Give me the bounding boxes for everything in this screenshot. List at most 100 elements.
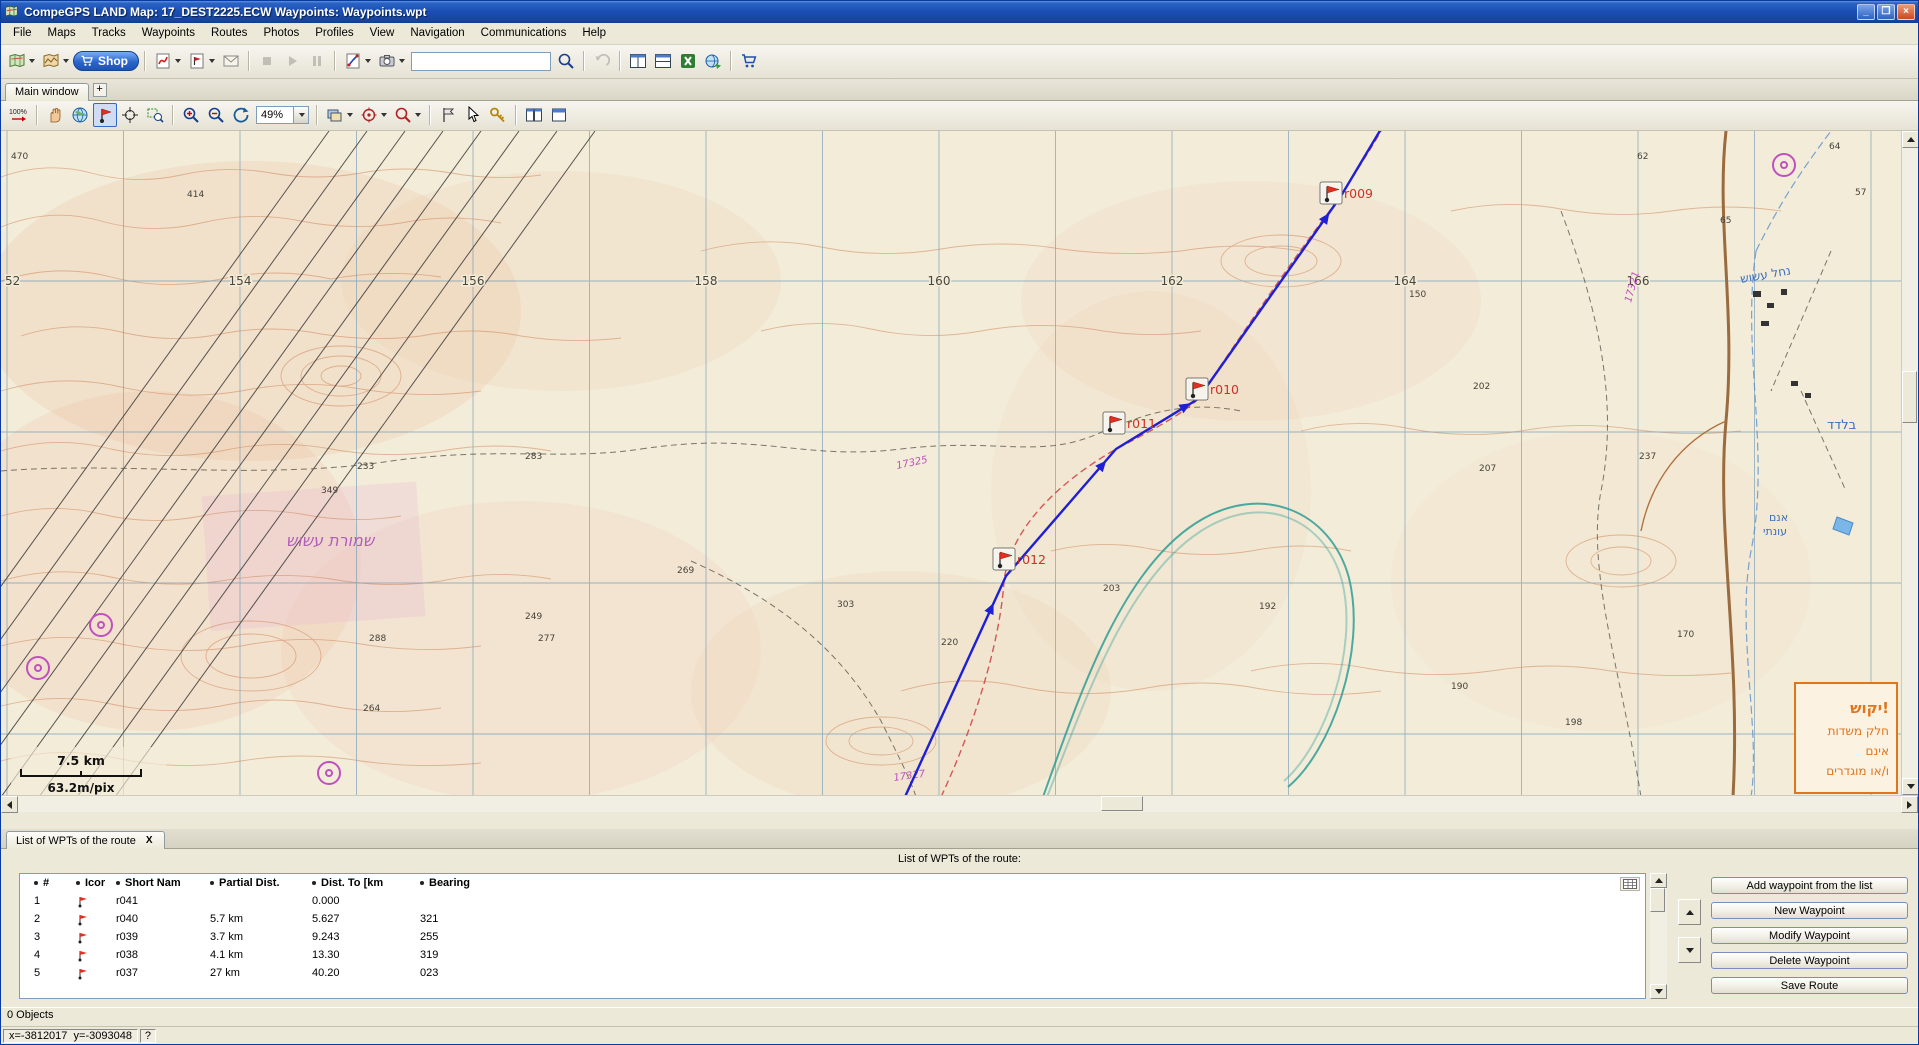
update-maps-button[interactable] (701, 49, 725, 73)
pan-tool-button[interactable] (43, 103, 67, 127)
menu-photos[interactable]: Photos (255, 24, 307, 42)
table-row[interactable]: 2 r040 5.7 km 5.627 321 (20, 910, 1645, 928)
menu-maps[interactable]: Maps (40, 24, 84, 42)
map-waypoint-r009[interactable]: r009 (1320, 182, 1373, 204)
waypoint-tool-button[interactable] (93, 103, 117, 127)
tab-label: List of WPTs of the route (16, 835, 136, 847)
new-waypoint-button[interactable]: New Waypoint (1711, 902, 1908, 919)
zoom-100-button[interactable]: 100% (5, 103, 31, 127)
menu-profiles[interactable]: Profiles (307, 24, 361, 42)
globe-tool-button[interactable] (68, 103, 92, 127)
flag-tool-button[interactable] (436, 103, 460, 127)
move-tool-button[interactable] (118, 103, 142, 127)
zoom-area-button[interactable] (143, 103, 167, 127)
new-window-tab-button[interactable]: + (93, 83, 107, 97)
column-header-icon[interactable]: Icor (72, 874, 116, 892)
scroll-down-button[interactable] (1902, 778, 1919, 795)
open-photo-button[interactable] (375, 49, 408, 73)
open-route-button[interactable] (341, 49, 374, 73)
close-panel-button[interactable]: X (144, 835, 155, 846)
add-waypoint-from-list-button[interactable]: Add waypoint from the list (1711, 877, 1908, 894)
shop-cart-button[interactable] (737, 49, 761, 73)
vertical-scroll-thumb[interactable] (1902, 371, 1917, 423)
scroll-right-button[interactable] (1901, 796, 1918, 813)
tab-main-window[interactable]: Main window (5, 83, 89, 101)
list-scroll-down-button[interactable] (1650, 984, 1667, 999)
column-header-number[interactable]: # (20, 874, 72, 892)
table-row[interactable]: 5 r037 27 km 40.20 023 (20, 964, 1645, 982)
menu-communications[interactable]: Communications (473, 24, 575, 42)
play-button[interactable] (280, 49, 304, 73)
table-row[interactable]: 1 r041 0.000 (20, 892, 1645, 910)
modify-waypoint-button[interactable]: Modify Waypoint (1711, 927, 1908, 944)
zoom-level-combo[interactable]: 49% (256, 106, 309, 124)
grid-number-label: 154 (229, 274, 252, 288)
list-scroll-up-button[interactable] (1650, 873, 1667, 888)
maximize-button[interactable]: ❐ (1877, 4, 1895, 20)
menu-file[interactable]: File (5, 24, 40, 42)
layers-tool-button[interactable] (323, 103, 356, 127)
center-tool-button[interactable] (357, 103, 390, 127)
list-scroll-thumb[interactable] (1650, 888, 1665, 912)
delete-waypoint-button[interactable]: Delete Waypoint (1711, 952, 1908, 969)
move-waypoint-up-button[interactable] (1678, 899, 1701, 925)
save-route-button[interactable]: Save Route (1711, 977, 1908, 994)
window-view-button[interactable] (547, 103, 571, 127)
menu-tracks[interactable]: Tracks (84, 24, 134, 42)
undo-button[interactable] (590, 49, 614, 73)
table-row[interactable]: 4 r038 4.1 km 13.30 319 (20, 946, 1645, 964)
move-waypoint-down-button[interactable] (1678, 937, 1701, 963)
map-canvas[interactable]: 5215415615816016216416647041434923328326… (1, 131, 1903, 797)
map-vertical-scrollbar[interactable] (1901, 131, 1918, 796)
table-row[interactable]: 3 r039 3.7 km 9.243 255 (20, 928, 1645, 946)
pane-layout-button[interactable] (651, 49, 675, 73)
pause-button[interactable] (305, 49, 329, 73)
search-input[interactable] (411, 52, 551, 71)
split-panes-button[interactable] (626, 49, 650, 73)
redraw-button[interactable] (229, 103, 253, 127)
column-header-bearing[interactable]: Bearing (420, 874, 512, 892)
mail-button[interactable] (219, 49, 243, 73)
map-waypoint-r011[interactable]: r011 (1103, 412, 1156, 434)
waypoint-flag-icon (96, 106, 114, 124)
split-view-button[interactable] (522, 103, 546, 127)
open-waypoint-button[interactable] (185, 49, 218, 73)
horizontal-scroll-thumb[interactable] (1101, 796, 1143, 811)
find-tool-button[interactable] (391, 103, 424, 127)
arrow-up-icon (1655, 878, 1663, 883)
wpt-table[interactable]: # Icor Short Nam Partial Dist. Dist. To … (19, 873, 1646, 999)
stop-button[interactable] (255, 49, 279, 73)
open-landscape-button[interactable] (39, 49, 72, 73)
open-map-button[interactable] (5, 49, 38, 73)
column-header-shortname[interactable]: Short Nam (116, 874, 210, 892)
select-tool-button[interactable] (461, 103, 485, 127)
key-tool-button[interactable] (486, 103, 510, 127)
menu-waypoints[interactable]: Waypoints (134, 24, 203, 42)
scroll-up-button[interactable] (1902, 131, 1919, 148)
zoom-out-button[interactable] (204, 103, 228, 127)
map-horizontal-scrollbar[interactable] (1, 795, 1918, 812)
menu-navigation[interactable]: Navigation (402, 24, 472, 42)
column-header-dist-to[interactable]: Dist. To [km (312, 874, 420, 892)
menu-help[interactable]: Help (574, 24, 614, 42)
map-waypoint-r010[interactable]: r010 (1186, 378, 1239, 400)
map-waypoint-r012[interactable]: r012 (993, 548, 1046, 570)
waypoint-flag-base (1191, 394, 1195, 398)
tab-wpt-list[interactable]: List of WPTs of the route X (6, 831, 165, 849)
zoom-in-button[interactable] (179, 103, 203, 127)
column-header-partial-dist[interactable]: Partial Dist. (210, 874, 312, 892)
list-scrollbar[interactable] (1650, 873, 1667, 999)
open-track-button[interactable] (151, 49, 184, 73)
separator (619, 51, 621, 71)
dropdown-arrow-icon (415, 113, 421, 117)
excel-export-button[interactable] (676, 49, 700, 73)
close-button[interactable]: × (1897, 4, 1915, 20)
table-options-button[interactable] (1620, 877, 1640, 891)
minimize-button[interactable]: _ (1857, 4, 1875, 20)
menu-view[interactable]: View (362, 24, 403, 42)
shop-button[interactable]: Shop (73, 51, 139, 71)
scroll-left-button[interactable] (1, 796, 18, 813)
search-button[interactable] (554, 49, 578, 73)
menu-routes[interactable]: Routes (203, 24, 255, 42)
zoom-level-dropdown[interactable] (294, 106, 309, 124)
